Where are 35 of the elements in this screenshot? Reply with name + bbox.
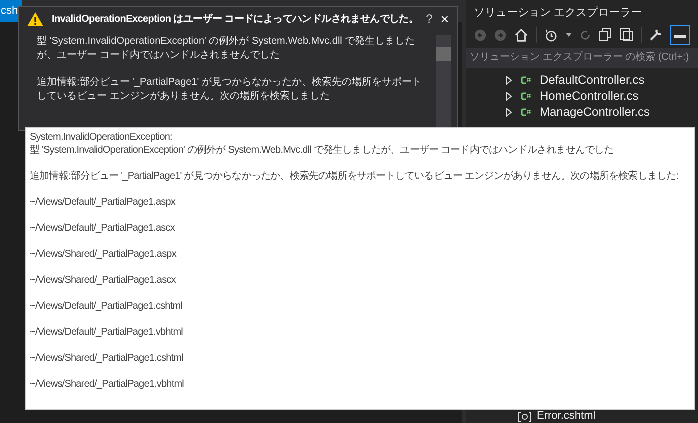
tooltip-line: ~/Views/Default/_PartialPage1.vbhtml	[30, 326, 184, 339]
home-icon[interactable]	[514, 28, 529, 42]
tooltip-line: ~/Views/Shared/_PartialPage1.vbhtml	[30, 378, 185, 391]
copy-icon[interactable]	[599, 28, 613, 42]
tooltip-line: ~/Views/Default/_PartialPage1.aspx	[30, 196, 177, 209]
tree-item[interactable]: DefaultController.cs	[540, 71, 645, 89]
caret-icon[interactable]	[566, 33, 572, 37]
close-button[interactable]: ×	[440, 8, 449, 30]
csharp-file-icon	[520, 76, 532, 84]
popup-title: InvalidOperationException はユーザー コードによってハンドルされませんでした。	[52, 12, 418, 26]
razor-file-icon	[518, 412, 532, 422]
wrench-icon[interactable]	[649, 28, 663, 42]
exception-message: 追加情報:部分ビュー '_PartialPage1' が見つからなかったか、検索先の場所をサポートしているビュー エンジンがありません。次の場所を検索しました	[37, 76, 423, 104]
csharp-file-icon	[520, 92, 532, 100]
refresh-icon[interactable]	[579, 28, 592, 42]
search-field[interactable]: ソリューション エクスプローラー の検索 (Ctrl+:)	[466, 48, 698, 68]
warning-icon	[27, 12, 44, 26]
tooltip-line: ~/Views/Shared/_PartialPage1.cshtml	[30, 352, 184, 365]
tooltip-line: 追加情報:部分ビュー '_PartialPage1' が見つからなかったか、検索先の場所をサポートしているビュー エンジンがありません。次の場所を検索しました:	[30, 170, 680, 183]
help-button[interactable]: ?	[426, 10, 433, 28]
tree-item[interactable]: HomeController.cs	[540, 87, 639, 105]
tree-item[interactable]: ManageController.cs	[540, 103, 650, 121]
csharp-file-icon	[520, 108, 532, 116]
tooltip-line: 型 'System.InvalidOperationException' の例外が System.Web.Mvc.dll で発生しましたが、ユーザー コード内ではハンドルされませんでした	[30, 144, 615, 157]
tooltip-line: System.InvalidOperationException:	[30, 131, 174, 144]
pin-button[interactable]	[670, 25, 690, 45]
tooltip-line: ~/Views/Default/_PartialPage1.cshtml	[30, 300, 184, 313]
panel-title: ソリューション エクスプローラー	[474, 6, 644, 21]
exception-message: 型 'System.InvalidOperationException' の例外が System.Web.Mvc.dll で発生しましたが、ユーザー コード内ではハンドルされませんでした	[37, 35, 416, 63]
history-icon[interactable]	[544, 28, 559, 42]
pages-icon[interactable]	[620, 28, 634, 42]
tooltip-line: ~/Views/Shared/_PartialPage1.aspx	[30, 248, 178, 261]
tooltip-line: ~/Views/Shared/_PartialPage1.ascx	[30, 274, 177, 287]
tree-item[interactable]: Error.cshtml	[537, 410, 596, 423]
tooltip-line: ~/Views/Default/_PartialPage1.ascx	[30, 222, 176, 235]
